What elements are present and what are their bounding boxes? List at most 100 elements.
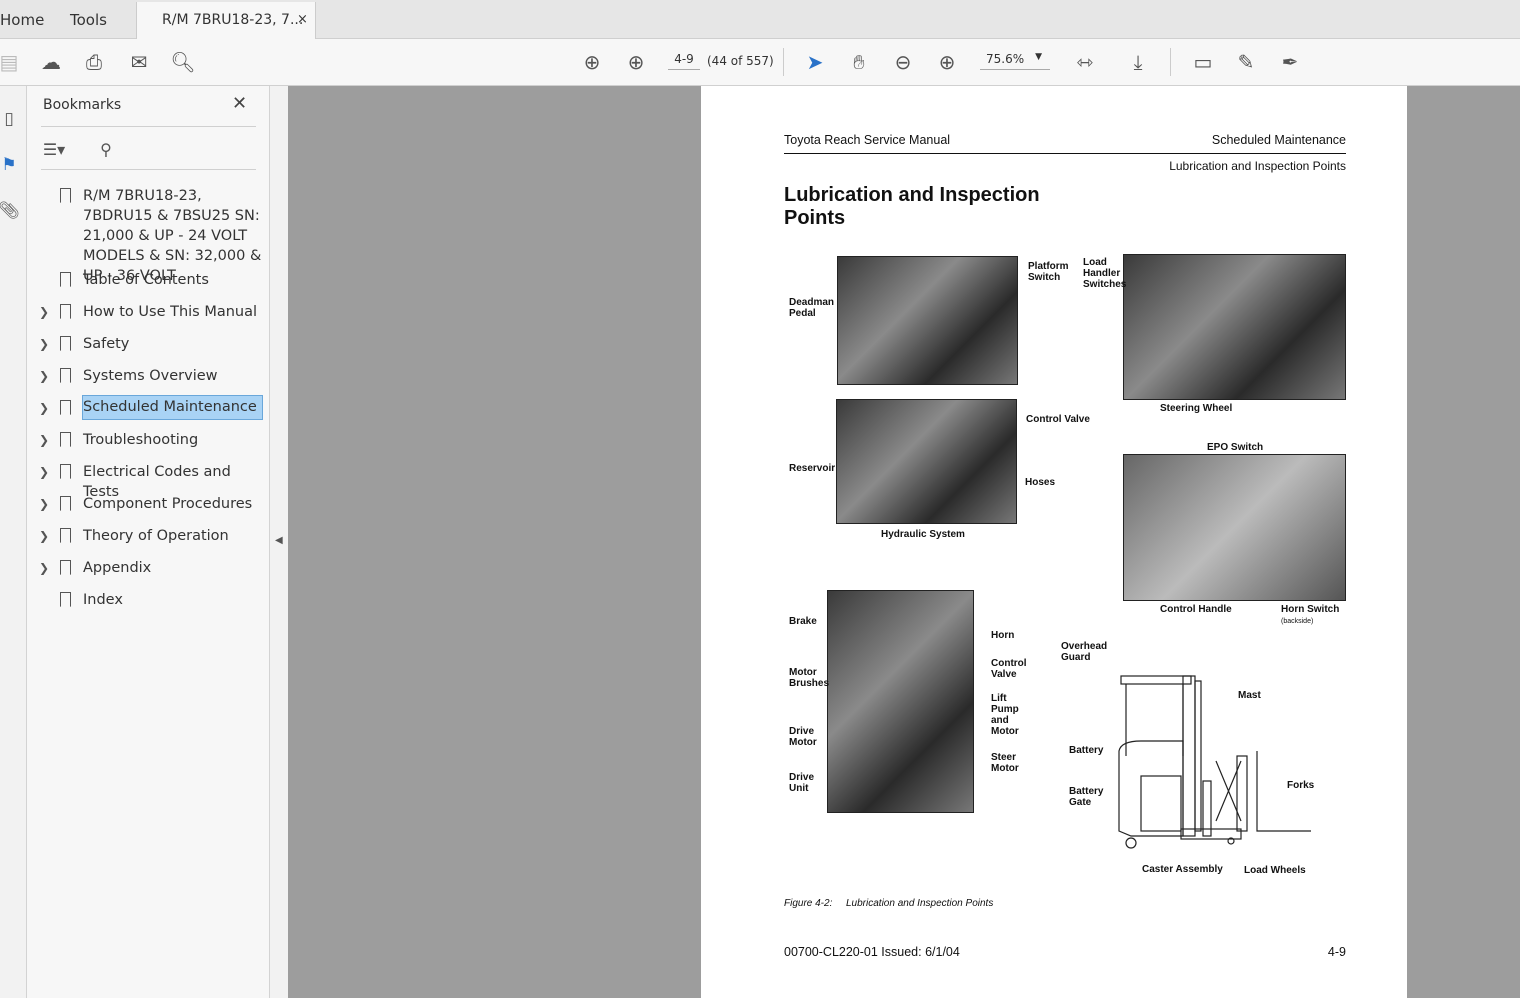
tab-home[interactable]: Home	[0, 11, 44, 29]
label-load-handler-switches: Load Handler Switches	[1083, 257, 1127, 290]
bookmark-label: How to Use This Manual	[83, 304, 258, 320]
search-icon[interactable]: 🔍︎	[170, 49, 196, 75]
bookmark-icon	[60, 368, 71, 383]
bookmark-label: Safety	[83, 336, 130, 352]
label-epo-switch: EPO Switch	[1207, 442, 1264, 453]
photo-control-handle	[1123, 454, 1346, 601]
toolbar: ▤ ☁ ⎙ ✉ 🔍︎ ⊕ ⊕ 4-9 (44 of 557) ➤ ✋︎ ⊖ ⊕ …	[0, 39, 1520, 86]
tab-document-label: R/M 7BRU18-23, 7...	[162, 12, 304, 28]
bookmark-label: Systems Overview	[83, 368, 218, 384]
chevron-down-icon: ▼	[1035, 52, 1042, 62]
next-page-icon[interactable]: ⊕	[623, 49, 649, 75]
chevron-right-icon[interactable]: ❯	[39, 366, 49, 386]
save-icon[interactable]: ▤	[0, 49, 22, 75]
new-bookmark-icon[interactable]: ⚲	[93, 136, 119, 162]
bookmarks-panel: Bookmarks ✕ ☰▾ ⚲ R/M 7BRU18-23, 7BDRU15 …	[27, 86, 269, 998]
divider	[1170, 48, 1171, 76]
label-drive-unit: Drive Unit	[789, 772, 815, 794]
label-control-valve: Control Valve	[1026, 414, 1090, 425]
bookmark-icon	[60, 432, 71, 447]
label-steering-wheel: Steering Wheel	[1160, 403, 1233, 414]
comment-icon[interactable]: ▭	[1190, 49, 1216, 75]
label-overhead-guard: Overhead Guard	[1061, 641, 1108, 663]
running-header-left: Toyota Reach Service Manual	[784, 133, 951, 147]
zoom-out-icon[interactable]: ⊖	[890, 49, 916, 75]
label-platform-switch: Platform Switch	[1028, 261, 1069, 283]
photo-hydraulic	[836, 399, 1017, 524]
bookmark-icon	[60, 304, 71, 319]
chevron-right-icon[interactable]: ❯	[39, 526, 49, 546]
attachments-icon[interactable]: 📎︎	[0, 198, 22, 224]
label-lift-pump: Lift Pump and Motor	[991, 693, 1019, 737]
label-horn-switch: Horn Switch	[1281, 604, 1340, 615]
label-control-valve-2: Control Valve	[991, 658, 1027, 680]
navigation-strip: ▯ ⚑ 📎︎	[0, 86, 27, 998]
forklift-diagram	[1118, 675, 1311, 849]
label-backside: (backside)	[1281, 618, 1314, 625]
print-icon[interactable]: ⎙	[81, 49, 107, 75]
bookmark-icon	[60, 464, 71, 479]
page-thumbnails-icon[interactable]: ▯	[0, 106, 22, 132]
header-rule	[784, 153, 1346, 154]
label-battery: Battery	[1069, 745, 1104, 756]
bookmark-label: Troubleshooting	[83, 432, 199, 448]
zoom-value: 75.6%	[986, 52, 1025, 66]
label-steer-motor: Steer Motor	[991, 752, 1019, 774]
photo-load-handler	[1123, 254, 1346, 400]
tab-tools[interactable]: Tools	[70, 11, 107, 29]
bookmark-label: Appendix	[83, 560, 152, 576]
email-icon[interactable]: ✉	[126, 49, 152, 75]
figure-number: Figure 4-2:	[784, 898, 833, 909]
select-cursor-icon[interactable]: ➤	[802, 49, 828, 75]
zoom-in-icon[interactable]: ⊕	[934, 49, 960, 75]
page-footer-number: 4-9	[1327, 945, 1346, 959]
photo-platform	[837, 256, 1018, 385]
chevron-right-icon[interactable]: ❯	[39, 558, 49, 578]
label-horn: Horn	[991, 630, 1015, 641]
previous-page-icon[interactable]: ⊕	[579, 49, 605, 75]
close-tab-icon[interactable]: ×	[297, 12, 308, 27]
options-menu-icon[interactable]: ☰▾	[41, 136, 67, 162]
chevron-right-icon[interactable]: ❯	[39, 494, 49, 514]
label-reservoir: Reservoir	[789, 463, 836, 474]
running-subheader: Lubrication and Inspection Points	[1169, 159, 1346, 173]
bookmark-label: Table of Contents	[83, 272, 209, 288]
divider	[41, 126, 256, 127]
close-icon[interactable]: ✕	[232, 93, 247, 114]
fit-page-icon[interactable]: ⇿	[1072, 49, 1098, 75]
page-number-input[interactable]: 4-9	[668, 52, 700, 70]
bookmark-icon	[60, 592, 71, 607]
scroll-mode-icon[interactable]: ⤓	[1125, 49, 1151, 75]
bookmark-label: Index	[83, 592, 123, 608]
bookmarks-title: Bookmarks	[43, 97, 122, 113]
page-footer-left: 00700-CL220-01 Issued: 6/1/04	[784, 945, 960, 959]
bookmark-icon	[60, 336, 71, 351]
label-load-wheels: Load Wheels	[1244, 865, 1306, 876]
divider	[41, 169, 256, 170]
label-motor-brushes: Motor Brushes	[789, 667, 830, 689]
label-hydraulic-system: Hydraulic System	[881, 529, 965, 540]
page-title: Lubrication and Inspection Points	[784, 184, 1040, 230]
bookmark-label: Scheduled Maintenance	[82, 395, 263, 420]
chevron-right-icon[interactable]: ❯	[39, 302, 49, 322]
zoom-select[interactable]: 75.6% ▼	[980, 52, 1050, 70]
hand-tool-icon[interactable]: ✋︎	[846, 49, 872, 75]
chevron-right-icon[interactable]: ❯	[39, 430, 49, 450]
bookmark-label: Component Procedures	[83, 496, 253, 512]
sign-icon[interactable]: ✒	[1277, 49, 1303, 75]
highlight-pen-icon[interactable]: ✎	[1233, 49, 1259, 75]
chevron-right-icon[interactable]: ❯	[39, 334, 49, 354]
bookmark-icon	[60, 560, 71, 575]
chevron-right-icon[interactable]: ❯	[39, 398, 49, 418]
bookmarks-icon[interactable]: ⚑	[0, 152, 22, 178]
bookmark-icon	[60, 400, 71, 415]
tab-document[interactable]: R/M 7BRU18-23, 7... ×	[136, 2, 316, 40]
label-battery-gate: Battery Gate	[1069, 786, 1104, 808]
label-brake: Brake	[789, 616, 817, 627]
upload-cloud-icon[interactable]: ☁	[38, 49, 64, 75]
title-line: Lubrication and Inspection	[784, 184, 1040, 206]
running-header-right: Scheduled Maintenance	[1211, 133, 1346, 147]
chevron-right-icon[interactable]: ❯	[39, 462, 49, 482]
tab-bar: Home Tools R/M 7BRU18-23, 7... ×	[0, 0, 1520, 40]
panel-collapse-handle[interactable]: ◀	[269, 86, 288, 998]
